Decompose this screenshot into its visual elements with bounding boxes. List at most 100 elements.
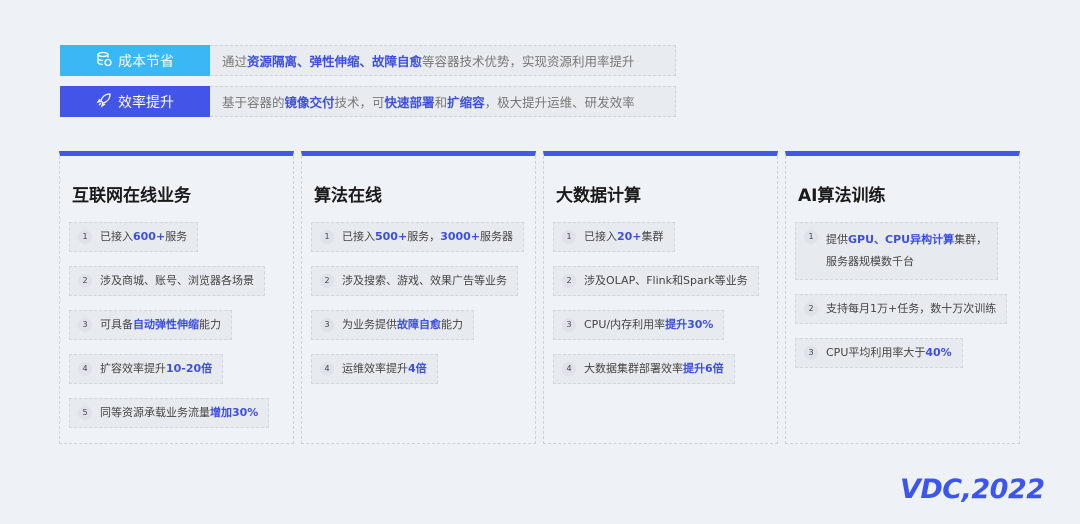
banner-label: 效率提升 — [60, 86, 210, 117]
item-line: CPU/内存利用率提升30% — [584, 317, 713, 333]
item-text: 支持每月1万+任务，数十万次训练 — [826, 301, 996, 317]
scenario-card: 大数据计算 1 已接入20+集群 2 涉及OLAP、Flink和Spark等业务 3 CPU… — [543, 151, 778, 444]
item-line: 已接入20+集群 — [584, 229, 664, 245]
scenario-card: AI算法训练 1 提供GPU、CPU异构计算集群， 服务器规模数千台 2 支持每月1万+任… — [785, 151, 1020, 444]
list-item: 5 同等资源承载业务流量增加30% — [69, 398, 270, 428]
list-item: 1 已接入20+集群 — [553, 222, 675, 252]
item-number: 3 — [78, 318, 92, 332]
text-segment: 基于容器的 — [222, 95, 285, 110]
item-text: 已接入600+服务 — [100, 229, 187, 245]
text-segment: 服务 — [165, 230, 188, 243]
list-item: 4 运维效率提升4倍 — [311, 354, 438, 384]
text-segment: 服务器 — [480, 230, 514, 243]
item-line: 涉及商城、账号、浏览器各场景 — [100, 273, 254, 289]
text-segment: ，极大提升运维、研发效率 — [484, 95, 635, 110]
item-line: 已接入600+服务 — [100, 229, 187, 245]
highlight-text: 20+ — [617, 230, 642, 243]
highlight-text: 提升6倍 — [683, 362, 724, 375]
item-number: 2 — [562, 274, 576, 288]
item-text: 扩容效率提升10-20倍 — [100, 361, 212, 377]
card-items: 1 已接入20+集群 2 涉及OLAP、Flink和Spark等业务 3 CPU/内存利用… — [544, 222, 777, 398]
item-line: 扩容效率提升10-20倍 — [100, 361, 212, 377]
item-number: 1 — [320, 230, 334, 244]
highlight-text: 4倍 — [408, 362, 427, 375]
item-text: 涉及商城、账号、浏览器各场景 — [100, 273, 254, 289]
list-item: 3 CPU/内存利用率提升30% — [553, 310, 725, 340]
highlight-text: 故障自愈 — [397, 318, 441, 331]
list-item: 2 涉及搜索、游戏、效果广告等业务 — [311, 266, 518, 296]
list-item: 1 提供GPU、CPU异构计算集群， 服务器规模数千台 — [795, 222, 999, 280]
highlight-text: 快速部署 — [384, 95, 435, 110]
text-segment: 涉及搜索、游戏、效果广告等业务 — [342, 274, 507, 287]
card-items: 1 已接入500+服务，3000+服务器 2 涉及搜索、游戏、效果广告等业务 3 为业务提… — [302, 222, 535, 398]
highlight-text: 10-20倍 — [166, 362, 213, 375]
text-segment: CPU平均利用率大于 — [826, 346, 926, 359]
item-line: 已接入500+服务，3000+服务器 — [342, 229, 513, 245]
item-text: 已接入20+集群 — [584, 229, 664, 245]
text-segment: 同等资源承载业务流量 — [100, 406, 210, 419]
item-line: 可具备自动弹性伸缩能力 — [100, 317, 221, 333]
item-number: 3 — [804, 346, 818, 360]
card-title: 算法在线 — [314, 186, 382, 206]
item-text: 运维效率提升4倍 — [342, 361, 427, 377]
list-item: 3 可具备自动弹性伸缩能力 — [69, 310, 232, 340]
highlight-text: 提升30% — [665, 318, 714, 331]
item-text: 已接入500+服务，3000+服务器 — [342, 229, 513, 245]
item-number: 4 — [562, 362, 576, 376]
text-segment: 为业务提供 — [342, 318, 397, 331]
text-segment: 提供 — [826, 233, 848, 246]
banner-description: 通过 资源隔离、弹性伸缩、故障自愈 等容器技术优势，实现资源利用率提升 — [210, 45, 676, 76]
highlight-text: 3000+ — [440, 230, 481, 243]
banner-title: 效率提升 — [118, 94, 174, 111]
highlight-text: 扩缩容 — [447, 95, 485, 110]
text-segment: 运维效率提升 — [342, 362, 408, 375]
item-number: 2 — [320, 274, 334, 288]
card-title: 大数据计算 — [556, 186, 641, 206]
item-line: 提供GPU、CPU异构计算集群， — [826, 229, 987, 251]
scenario-card: 算法在线 1 已接入500+服务，3000+服务器 2 涉及搜索、游戏、效果广告等业务 3… — [301, 151, 536, 444]
banner-label: 成本节省 — [60, 45, 210, 76]
item-number: 5 — [78, 406, 92, 420]
text-segment: 扩容效率提升 — [100, 362, 166, 375]
item-line: 为业务提供故障自愈能力 — [342, 317, 463, 333]
text-segment: CPU/内存利用率 — [584, 318, 666, 331]
text-segment: 支持每月1万+任务，数十万次训练 — [826, 302, 997, 315]
list-item: 2 支持每月1万+任务，数十万次训练 — [795, 294, 1008, 324]
banner-title: 成本节省 — [118, 53, 174, 70]
item-line: 涉及搜索、游戏、效果广告等业务 — [342, 273, 507, 289]
text-segment: 已接入 — [584, 230, 617, 243]
vdc-2022-logo: VDC,2022 — [900, 474, 1045, 505]
card-title: 互联网在线业务 — [72, 186, 191, 206]
text-segment: 涉及OLAP、Flink和Spark等业务 — [584, 274, 748, 287]
item-number: 1 — [78, 230, 92, 244]
text-segment: 已接入 — [100, 230, 133, 243]
item-line: 涉及OLAP、Flink和Spark等业务 — [584, 273, 748, 289]
highlight-text: 40% — [925, 346, 952, 359]
card-title: AI算法训练 — [798, 186, 886, 206]
database-coin-icon — [96, 51, 112, 71]
banner-row: 成本节省 通过 资源隔离、弹性伸缩、故障自愈 等容器技术优势，实现资源利用率提升 — [60, 45, 676, 76]
item-number: 4 — [78, 362, 92, 376]
highlight-text: 镜像交付 — [284, 95, 335, 110]
list-item: 1 已接入600+服务 — [69, 222, 199, 252]
text-segment: 服务， — [407, 230, 441, 243]
list-item: 1 已接入500+服务，3000+服务器 — [311, 222, 525, 252]
text-segment: 等容器技术优势，实现资源利用率提升 — [422, 54, 635, 69]
list-item: 2 涉及商城、账号、浏览器各场景 — [69, 266, 265, 296]
item-line: 运维效率提升4倍 — [342, 361, 427, 377]
list-item: 2 涉及OLAP、Flink和Spark等业务 — [553, 266, 759, 296]
banner-row: 效率提升 基于容器的 镜像交付 技术，可 快速部署和扩缩容 ，极大提升运维、研发效率 — [60, 86, 676, 117]
item-text: 大数据集群部署效率提升6倍 — [584, 361, 724, 377]
item-text: 涉及搜索、游戏、效果广告等业务 — [342, 273, 507, 289]
list-item: 4 扩容效率提升10-20倍 — [69, 354, 224, 384]
item-line: CPU平均利用率大于40% — [826, 345, 952, 361]
card-items: 1 提供GPU、CPU异构计算集群， 服务器规模数千台 2 支持每月1万+任务，数十万次… — [786, 222, 1019, 382]
item-number: 3 — [320, 318, 334, 332]
item-line: 大数据集群部署效率提升6倍 — [584, 361, 724, 377]
highlight-text: 500+ — [375, 230, 408, 243]
text-segment: 可具备 — [100, 318, 133, 331]
item-text: CPU/内存利用率提升30% — [584, 317, 713, 333]
text-segment: 涉及商城、账号、浏览器各场景 — [100, 274, 254, 287]
highlight-text: 600+ — [133, 230, 166, 243]
text-segment: 技术，可 — [334, 95, 385, 110]
